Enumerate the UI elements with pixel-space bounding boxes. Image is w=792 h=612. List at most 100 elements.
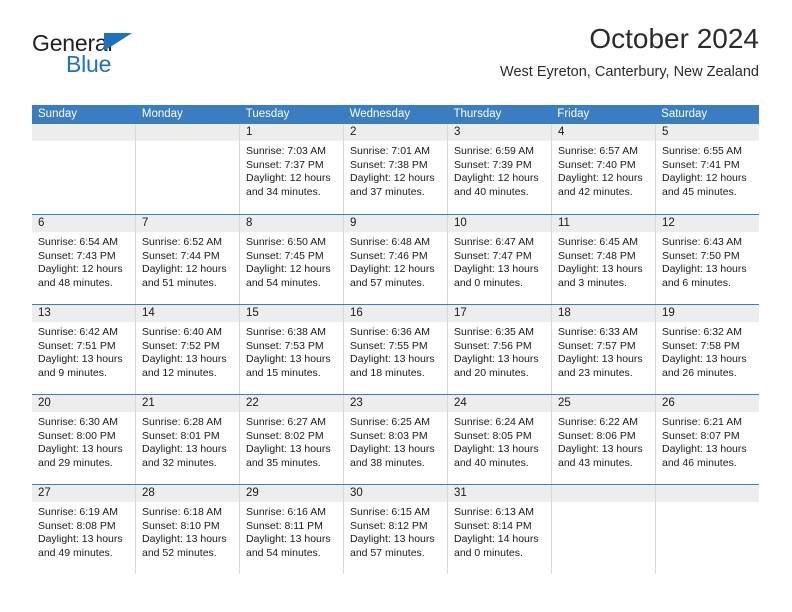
- sunrise-text: Sunrise: 6:16 AM: [246, 506, 326, 518]
- day-info: Sunrise: 6:33 AM Sunset: 7:57 PM Dayligh…: [552, 322, 655, 380]
- day-cell[interactable]: 17 Sunrise: 6:35 AM Sunset: 7:56 PM Dayl…: [448, 305, 552, 394]
- sunrise-text: Sunrise: 6:27 AM: [246, 416, 326, 428]
- sunset-text: Sunset: 7:43 PM: [38, 249, 116, 262]
- day-info: Sunrise: 6:36 AM Sunset: 7:55 PM Dayligh…: [344, 322, 447, 380]
- day-number: 22: [240, 395, 343, 412]
- day-cell[interactable]: 10 Sunrise: 6:47 AM Sunset: 7:47 PM Dayl…: [448, 215, 552, 304]
- day-cell[interactable]: 7 Sunrise: 6:52 AM Sunset: 7:44 PM Dayli…: [136, 215, 240, 304]
- day-cell[interactable]: 13 Sunrise: 6:42 AM Sunset: 7:51 PM Dayl…: [32, 305, 136, 394]
- day-cell[interactable]: 16 Sunrise: 6:36 AM Sunset: 7:55 PM Dayl…: [344, 305, 448, 394]
- week-row: 20 Sunrise: 6:30 AM Sunset: 8:00 PM Dayl…: [32, 394, 759, 484]
- daylight-text: Daylight: 12 hours and 48 minutes.: [38, 263, 123, 289]
- day-cell[interactable]: 22 Sunrise: 6:27 AM Sunset: 8:02 PM Dayl…: [240, 395, 344, 484]
- day-cell[interactable]: 5 Sunrise: 6:55 AM Sunset: 7:41 PM Dayli…: [656, 124, 759, 214]
- day-number: 24: [448, 395, 551, 412]
- day-number: 7: [136, 215, 239, 232]
- daylight-text: Daylight: 13 hours and 12 minutes.: [142, 353, 227, 379]
- day-info: Sunrise: 6:55 AM Sunset: 7:41 PM Dayligh…: [656, 141, 759, 199]
- day-cell[interactable]: 1 Sunrise: 7:03 AM Sunset: 7:37 PM Dayli…: [240, 124, 344, 214]
- day-info: Sunrise: 6:48 AM Sunset: 7:46 PM Dayligh…: [344, 232, 447, 290]
- day-cell[interactable]: 19 Sunrise: 6:32 AM Sunset: 7:58 PM Dayl…: [656, 305, 759, 394]
- day-info: Sunrise: 6:19 AM Sunset: 8:08 PM Dayligh…: [32, 502, 135, 560]
- day-info: Sunrise: 6:38 AM Sunset: 7:53 PM Dayligh…: [240, 322, 343, 380]
- day-cell[interactable]: 2 Sunrise: 7:01 AM Sunset: 7:38 PM Dayli…: [344, 124, 448, 214]
- day-number: [32, 124, 135, 141]
- sunset-text: Sunset: 8:07 PM: [662, 429, 740, 442]
- day-cell[interactable]: 3 Sunrise: 6:59 AM Sunset: 7:39 PM Dayli…: [448, 124, 552, 214]
- day-info: Sunrise: 6:52 AM Sunset: 7:44 PM Dayligh…: [136, 232, 239, 290]
- day-info: Sunrise: 7:01 AM Sunset: 7:38 PM Dayligh…: [344, 141, 447, 199]
- daylight-text: Daylight: 13 hours and 26 minutes.: [662, 353, 747, 379]
- day-cell[interactable]: 18 Sunrise: 6:33 AM Sunset: 7:57 PM Dayl…: [552, 305, 656, 394]
- day-number: 9: [344, 215, 447, 232]
- day-number: 8: [240, 215, 343, 232]
- day-cell[interactable]: 15 Sunrise: 6:38 AM Sunset: 7:53 PM Dayl…: [240, 305, 344, 394]
- daylight-text: Daylight: 13 hours and 57 minutes.: [350, 533, 435, 559]
- daylight-text: Daylight: 13 hours and 3 minutes.: [558, 263, 643, 289]
- day-number: 2: [344, 124, 447, 141]
- calendar-page: General Blue October 2024 West Eyreton, …: [0, 0, 792, 612]
- day-cell[interactable]: 27 Sunrise: 6:19 AM Sunset: 8:08 PM Dayl…: [32, 485, 136, 574]
- day-cell[interactable]: 4 Sunrise: 6:57 AM Sunset: 7:40 PM Dayli…: [552, 124, 656, 214]
- day-number: 6: [32, 215, 135, 232]
- day-number: 14: [136, 305, 239, 322]
- sunrise-text: Sunrise: 6:55 AM: [662, 145, 742, 157]
- daylight-text: Daylight: 13 hours and 9 minutes.: [38, 353, 123, 379]
- sunset-text: Sunset: 8:12 PM: [350, 519, 428, 532]
- sunset-text: Sunset: 7:47 PM: [454, 249, 532, 262]
- day-cell[interactable]: 29 Sunrise: 6:16 AM Sunset: 8:11 PM Dayl…: [240, 485, 344, 574]
- day-cell[interactable]: 23 Sunrise: 6:25 AM Sunset: 8:03 PM Dayl…: [344, 395, 448, 484]
- day-info: Sunrise: 6:18 AM Sunset: 8:10 PM Dayligh…: [136, 502, 239, 560]
- daylight-text: Daylight: 13 hours and 43 minutes.: [558, 443, 643, 469]
- week-row: 13 Sunrise: 6:42 AM Sunset: 7:51 PM Dayl…: [32, 304, 759, 394]
- sunset-text: Sunset: 7:48 PM: [558, 249, 636, 262]
- day-cell: [32, 124, 136, 214]
- day-cell[interactable]: 28 Sunrise: 6:18 AM Sunset: 8:10 PM Dayl…: [136, 485, 240, 574]
- calendar-grid: Sunday Monday Tuesday Wednesday Thursday…: [32, 105, 759, 574]
- sunrise-text: Sunrise: 6:18 AM: [142, 506, 222, 518]
- sunset-text: Sunset: 7:45 PM: [246, 249, 324, 262]
- sunrise-text: Sunrise: 6:32 AM: [662, 326, 742, 338]
- day-cell[interactable]: 24 Sunrise: 6:24 AM Sunset: 8:05 PM Dayl…: [448, 395, 552, 484]
- general-blue-logo: General Blue: [32, 30, 222, 86]
- day-cell[interactable]: 12 Sunrise: 6:43 AM Sunset: 7:50 PM Dayl…: [656, 215, 759, 304]
- day-info: Sunrise: 6:30 AM Sunset: 8:00 PM Dayligh…: [32, 412, 135, 470]
- day-cell[interactable]: 11 Sunrise: 6:45 AM Sunset: 7:48 PM Dayl…: [552, 215, 656, 304]
- sunrise-text: Sunrise: 6:24 AM: [454, 416, 534, 428]
- day-cell[interactable]: 14 Sunrise: 6:40 AM Sunset: 7:52 PM Dayl…: [136, 305, 240, 394]
- day-number: 19: [656, 305, 759, 322]
- day-number: 13: [32, 305, 135, 322]
- day-cell[interactable]: 21 Sunrise: 6:28 AM Sunset: 8:01 PM Dayl…: [136, 395, 240, 484]
- day-number: 5: [656, 124, 759, 141]
- sunrise-text: Sunrise: 6:38 AM: [246, 326, 326, 338]
- day-cell[interactable]: 26 Sunrise: 6:21 AM Sunset: 8:07 PM Dayl…: [656, 395, 759, 484]
- sunset-text: Sunset: 7:46 PM: [350, 249, 428, 262]
- day-number: 31: [448, 485, 551, 502]
- day-cell[interactable]: 25 Sunrise: 6:22 AM Sunset: 8:06 PM Dayl…: [552, 395, 656, 484]
- sunrise-text: Sunrise: 6:47 AM: [454, 236, 534, 248]
- week-row: 6 Sunrise: 6:54 AM Sunset: 7:43 PM Dayli…: [32, 214, 759, 304]
- day-cell[interactable]: 6 Sunrise: 6:54 AM Sunset: 7:43 PM Dayli…: [32, 215, 136, 304]
- daylight-text: Daylight: 13 hours and 54 minutes.: [246, 533, 331, 559]
- sunrise-text: Sunrise: 6:45 AM: [558, 236, 638, 248]
- daylight-text: Daylight: 14 hours and 0 minutes.: [454, 533, 539, 559]
- day-number: 15: [240, 305, 343, 322]
- day-info: Sunrise: 6:24 AM Sunset: 8:05 PM Dayligh…: [448, 412, 551, 470]
- day-cell[interactable]: 30 Sunrise: 6:15 AM Sunset: 8:12 PM Dayl…: [344, 485, 448, 574]
- daylight-text: Daylight: 13 hours and 6 minutes.: [662, 263, 747, 289]
- logo-triangle-icon: [104, 33, 132, 51]
- day-cell[interactable]: 20 Sunrise: 6:30 AM Sunset: 8:00 PM Dayl…: [32, 395, 136, 484]
- day-cell[interactable]: 8 Sunrise: 6:50 AM Sunset: 7:45 PM Dayli…: [240, 215, 344, 304]
- weekday-header-tuesday: Tuesday: [245, 108, 290, 120]
- day-number: 4: [552, 124, 655, 141]
- daylight-text: Daylight: 13 hours and 23 minutes.: [558, 353, 643, 379]
- day-cell: [552, 485, 656, 574]
- sunset-text: Sunset: 7:53 PM: [246, 339, 324, 352]
- daylight-text: Daylight: 13 hours and 49 minutes.: [38, 533, 123, 559]
- daylight-text: Daylight: 12 hours and 34 minutes.: [246, 172, 331, 198]
- sunset-text: Sunset: 8:14 PM: [454, 519, 532, 532]
- day-info: Sunrise: 6:13 AM Sunset: 8:14 PM Dayligh…: [448, 502, 551, 560]
- day-cell[interactable]: 9 Sunrise: 6:48 AM Sunset: 7:46 PM Dayli…: [344, 215, 448, 304]
- day-cell[interactable]: 31 Sunrise: 6:13 AM Sunset: 8:14 PM Dayl…: [448, 485, 552, 574]
- weekday-header-friday: Friday: [557, 108, 590, 120]
